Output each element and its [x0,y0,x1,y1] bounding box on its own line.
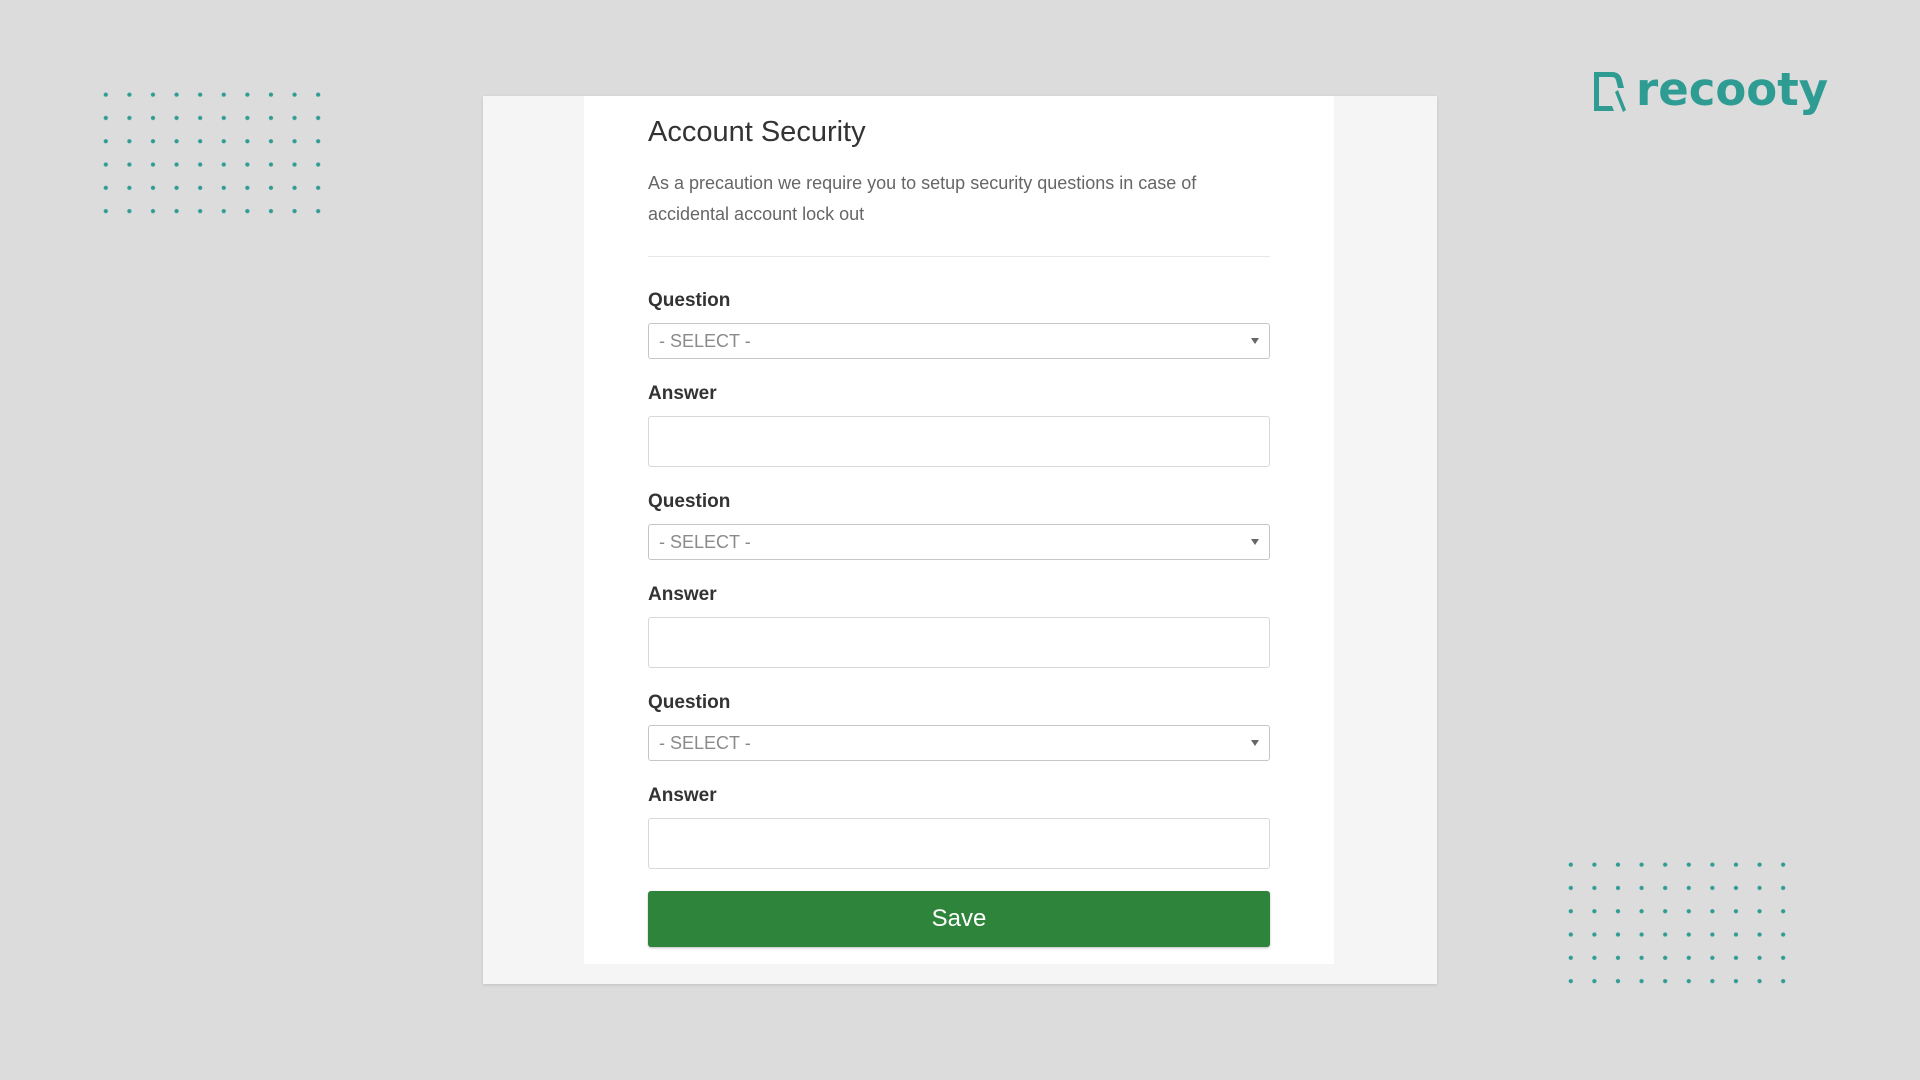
logo-text: recooty [1636,63,1829,116]
question-label: Question [648,491,731,512]
question-group-3: Question - SELECT - Answer [648,691,1270,869]
chevron-down-icon [1251,740,1259,746]
decorative-dot-grid-bottom-right [1559,853,1795,993]
answer-input-2[interactable] [648,617,1270,668]
save-button[interactable]: Save [648,891,1270,947]
question-group-2: Question - SELECT - Answer [648,490,1270,668]
answer-label: Answer [648,383,717,404]
question-label: Question [648,290,731,311]
chevron-down-icon [1251,338,1259,344]
answer-label: Answer [648,584,717,605]
page-description: As a precaution we require you to setup … [648,173,1197,224]
select-value: - SELECT - [659,330,751,351]
page-title: Account Security [648,116,866,148]
answer-label: Answer [648,785,717,806]
select-value: - SELECT - [659,531,751,552]
decorative-dot-grid-top-left [94,83,330,223]
question-group-1: Question - SELECT - Answer [648,289,1270,467]
divider [648,256,1270,257]
account-security-card: Account Security As a precaution we requ… [584,96,1334,964]
question-label: Question [648,692,731,713]
chevron-down-icon [1251,539,1259,545]
answer-input-1[interactable] [648,416,1270,467]
form-content: Account Security As a precaution we requ… [648,114,1270,947]
question-select-2[interactable]: - SELECT - [648,524,1270,560]
recooty-logo: recooty [1590,64,1828,116]
screenshot-frame: Account Security As a precaution we requ… [483,96,1437,984]
answer-input-3[interactable] [648,818,1270,869]
question-select-3[interactable]: - SELECT - [648,725,1270,761]
document-icon [1594,72,1626,112]
select-value: - SELECT - [659,732,751,753]
question-select-1[interactable]: - SELECT - [648,323,1270,359]
